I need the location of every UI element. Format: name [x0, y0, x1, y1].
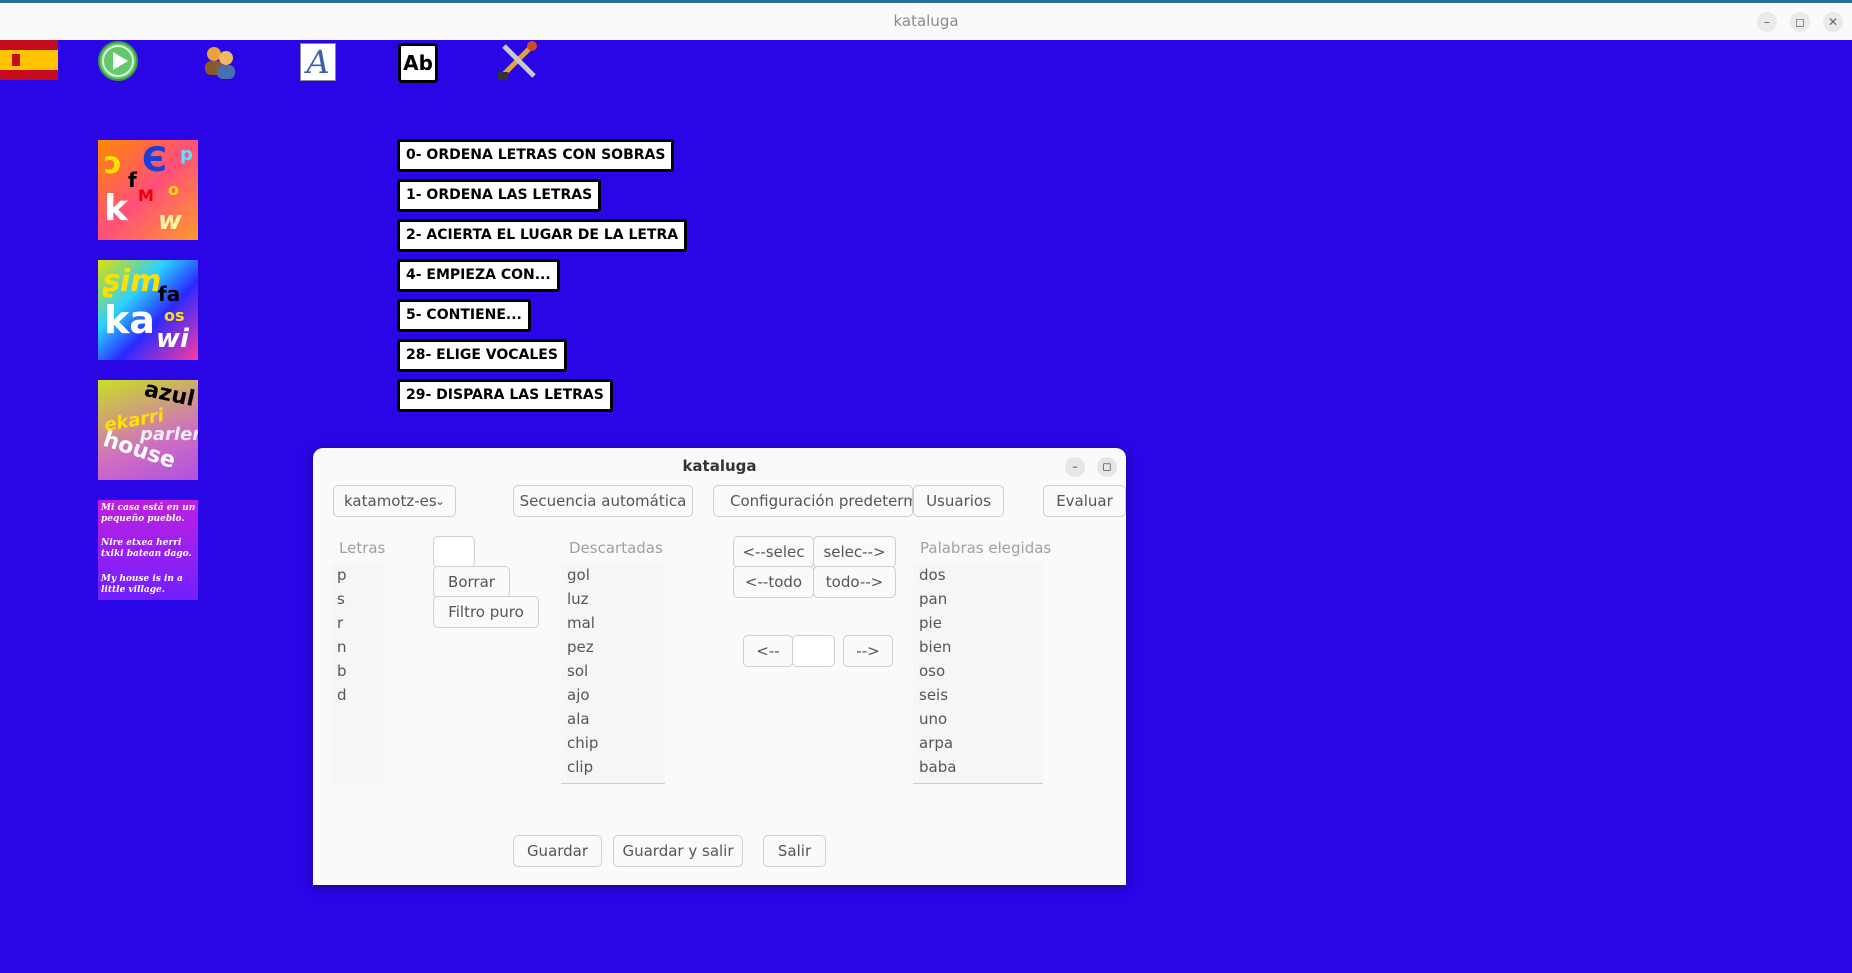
list-item[interactable]: bien: [919, 635, 956, 659]
letter-filter-input[interactable]: [433, 536, 475, 568]
chosen-words-label: Palabras elegidas: [920, 539, 1052, 557]
move-all-right-button[interactable]: todo-->: [813, 566, 896, 598]
list-item[interactable]: pez: [567, 635, 598, 659]
users-button[interactable]: Usuarios: [913, 485, 1004, 517]
exit-button[interactable]: Salir: [763, 835, 826, 867]
words-tile[interactable]: azul ekarri parler house: [98, 380, 198, 480]
language-dropdown[interactable]: katamotz-es ⌄: [333, 485, 456, 517]
letters-list[interactable]: p s r n b d: [331, 563, 383, 783]
list-item[interactable]: ala: [567, 707, 598, 731]
game-button-5[interactable]: 5- CONTIENE...: [397, 299, 531, 332]
dialog-minimize-button[interactable]: –: [1065, 457, 1085, 477]
list-item[interactable]: di: [567, 779, 598, 783]
game-button-2[interactable]: 2- ACIERTA EL LUGAR DE LA LETRA: [397, 219, 688, 252]
default-config-button[interactable]: Configuración predetermina: [713, 485, 913, 517]
page-input[interactable]: [792, 635, 835, 667]
move-all-left-button[interactable]: <--todo: [733, 566, 814, 598]
list-item[interactable]: b: [337, 659, 347, 683]
pure-filter-button[interactable]: Filtro puro: [433, 596, 539, 628]
list-item[interactable]: pie: [919, 611, 956, 635]
play-icon[interactable]: [97, 40, 139, 82]
game-button-28[interactable]: 28- ELIGE VOCALES: [397, 339, 567, 372]
list-item[interactable]: arpa: [919, 731, 956, 755]
next-button[interactable]: -->: [843, 635, 893, 667]
list-item[interactable]: oso: [919, 659, 956, 683]
move-selected-left-button[interactable]: <--selec: [733, 536, 814, 568]
game-button-4[interactable]: 4- EMPIEZA CON...: [397, 259, 560, 292]
title-bar: kataluga – ◻ ✕: [0, 0, 1852, 40]
game-button-0[interactable]: 0- ORDENA LETRAS CON SOBRAS: [397, 139, 675, 172]
previous-button[interactable]: <--: [743, 635, 793, 667]
save-button[interactable]: Guardar: [513, 835, 602, 867]
game-button-1[interactable]: 1- ORDENA LAS LETRAS: [397, 179, 602, 212]
word-selection-dialog: kataluga – ◻ katamotz-es ⌄ Secuencia aut…: [313, 448, 1126, 885]
save-and-exit-button[interactable]: Guardar y salir: [613, 835, 743, 867]
font-icon[interactable]: A: [300, 40, 336, 82]
list-item[interactable]: mal: [567, 611, 598, 635]
list-item[interactable]: p: [337, 563, 347, 587]
dialog-title: kataluga: [682, 457, 757, 475]
list-item[interactable]: ajo: [567, 683, 598, 707]
evaluate-button[interactable]: Evaluar: [1043, 485, 1126, 517]
list-item[interactable]: r: [337, 611, 347, 635]
minimize-button[interactable]: –: [1757, 12, 1777, 32]
tools-icon[interactable]: [496, 40, 540, 82]
auto-sequence-button[interactable]: Secuencia automática: [513, 485, 693, 517]
list-item[interactable]: dos: [919, 563, 956, 587]
list-item[interactable]: d: [337, 683, 347, 707]
discarded-label: Descartadas: [569, 539, 663, 557]
move-selected-right-button[interactable]: selec-->: [813, 536, 896, 568]
letters-label: Letras: [339, 539, 386, 557]
list-item[interactable]: gol: [567, 563, 598, 587]
sentences-tile[interactable]: Mi casa está en un pequeño pueblo. Nire …: [98, 500, 198, 600]
list-item[interactable]: clip: [567, 755, 598, 779]
list-item[interactable]: seis: [919, 683, 956, 707]
list-item[interactable]: s: [337, 587, 347, 611]
list-item[interactable]: pan: [919, 587, 956, 611]
chevron-down-icon: ⌄: [434, 494, 445, 508]
close-button[interactable]: ✕: [1823, 12, 1843, 32]
maximize-button[interactable]: ◻: [1790, 12, 1810, 32]
discarded-list[interactable]: gol luz mal pez sol ajo ala chip clip di: [561, 563, 665, 784]
chosen-words-list[interactable]: dos pan pie bien oso seis uno arpa baba …: [913, 563, 1043, 784]
users-icon[interactable]: [200, 40, 240, 82]
text-case-icon[interactable]: Ab: [398, 40, 438, 83]
spain-flag-icon[interactable]: [0, 40, 58, 80]
list-item[interactable]: n: [337, 635, 347, 659]
window-title: kataluga: [893, 12, 959, 30]
list-item[interactable]: b: [919, 779, 956, 783]
letters-tile[interactable]: ɔ Є p f M o k w: [98, 140, 198, 240]
list-item[interactable]: uno: [919, 707, 956, 731]
syllables-tile[interactable]: ʂim fa ka os wi: [98, 260, 198, 360]
list-item[interactable]: baba: [919, 755, 956, 779]
game-button-29[interactable]: 29- DISPARA LAS LETRAS: [397, 379, 613, 412]
list-item[interactable]: sol: [567, 659, 598, 683]
list-item[interactable]: luz: [567, 587, 598, 611]
dialog-maximize-button[interactable]: ◻: [1097, 457, 1117, 477]
list-item[interactable]: chip: [567, 731, 598, 755]
delete-button[interactable]: Borrar: [433, 566, 510, 598]
